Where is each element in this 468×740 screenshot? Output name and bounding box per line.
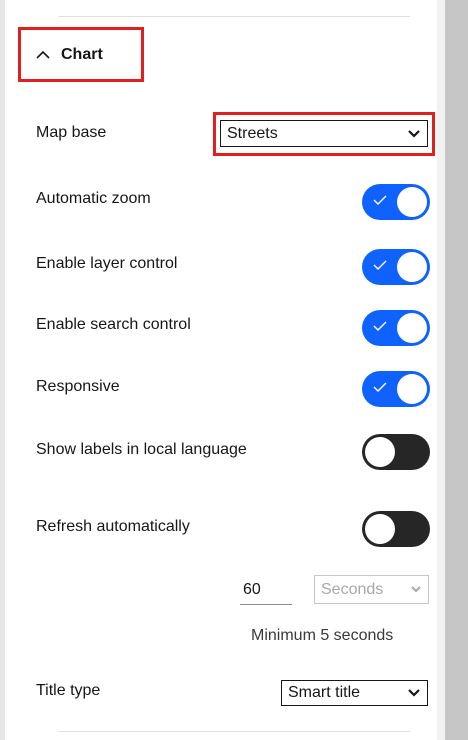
responsive-label: Responsive [36, 378, 120, 395]
section-divider-top [58, 16, 410, 17]
toggle-knob [397, 313, 427, 343]
enable-layer-control-label: Enable layer control [36, 255, 178, 272]
chevron-down-icon [408, 129, 420, 138]
chevron-down-icon [408, 689, 420, 697]
toggle-knob [365, 437, 395, 467]
refresh-interval-value: 60 [243, 581, 261, 598]
toggle-knob [397, 187, 427, 217]
map-base-select[interactable]: Streets [220, 120, 428, 147]
check-icon [373, 260, 387, 270]
map-base-value: Streets [227, 124, 278, 142]
chevron-up-icon [36, 50, 50, 59]
enable-layer-control-toggle[interactable] [362, 249, 430, 285]
toggle-knob [397, 374, 427, 404]
check-icon [373, 195, 387, 205]
title-type-value: Smart title [288, 684, 361, 701]
section-title: Chart [61, 45, 103, 63]
toggle-knob [365, 514, 395, 544]
refresh-helper-text: Minimum 5 seconds [251, 627, 394, 644]
chart-section-toggle[interactable]: Chart [18, 27, 144, 82]
section-divider-bottom [58, 731, 410, 732]
panel-right-gutter [437, 0, 445, 740]
map-base-label: Map base [36, 124, 107, 141]
automatic-zoom-toggle[interactable] [362, 184, 430, 220]
automatic-zoom-label: Automatic zoom [36, 190, 151, 207]
panel-left-edge [0, 0, 5, 740]
local-language-labels-label: Show labels in local language [36, 441, 247, 458]
title-type-label: Title type [36, 682, 101, 699]
chevron-down-icon [411, 586, 421, 593]
refresh-interval-input[interactable]: 60 [240, 581, 292, 605]
toggle-knob [397, 252, 427, 282]
refresh-unit-value: Seconds [321, 580, 384, 598]
check-icon [373, 382, 387, 392]
refresh-automatically-toggle[interactable] [362, 511, 430, 547]
refresh-unit-select[interactable]: Seconds [314, 575, 429, 604]
title-type-select[interactable]: Smart title [281, 680, 428, 706]
refresh-automatically-label: Refresh automatically [36, 518, 190, 535]
responsive-toggle[interactable] [362, 371, 430, 407]
local-language-labels-toggle[interactable] [362, 434, 430, 470]
enable-search-control-label: Enable search control [36, 316, 191, 333]
check-icon [373, 321, 387, 331]
scrollbar[interactable] [445, 0, 468, 740]
enable-search-control-toggle[interactable] [362, 310, 430, 346]
